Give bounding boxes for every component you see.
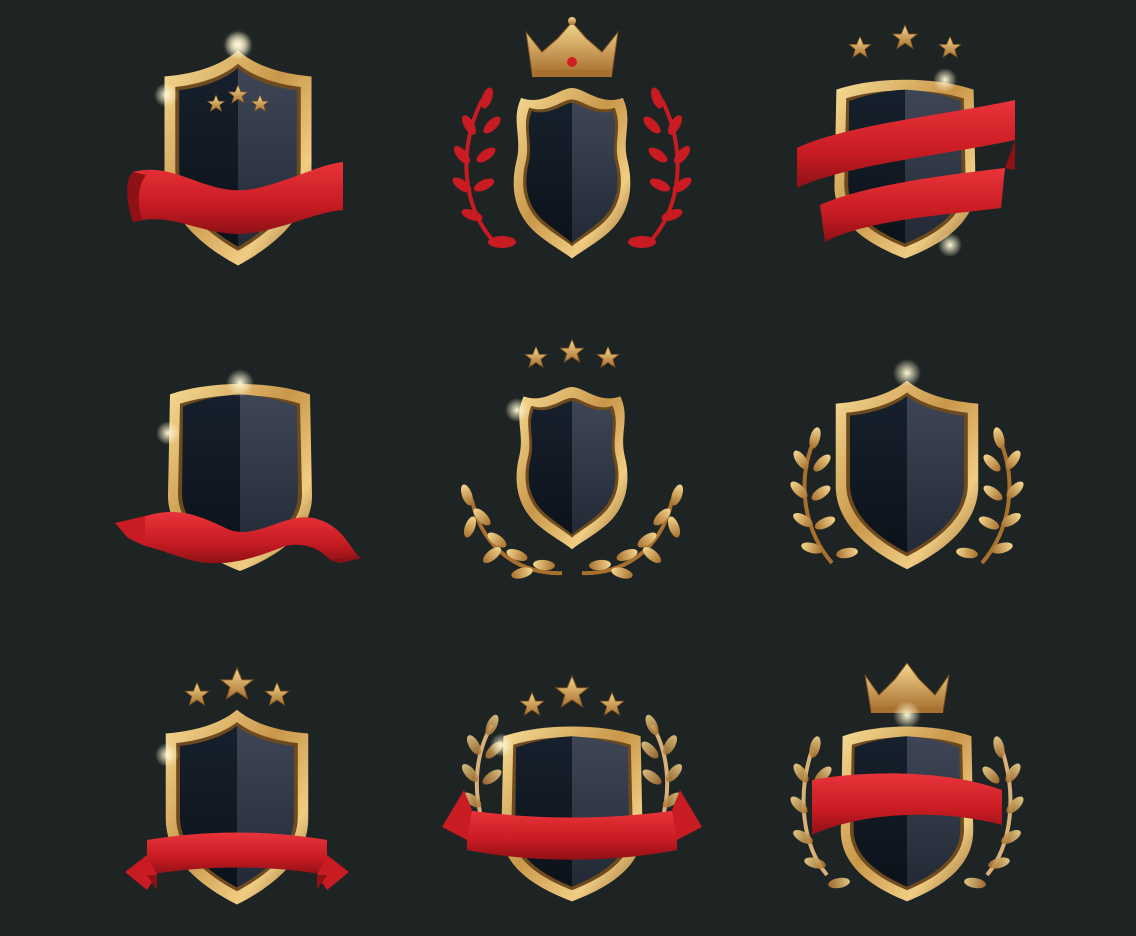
badge-collection bbox=[0, 0, 1136, 936]
